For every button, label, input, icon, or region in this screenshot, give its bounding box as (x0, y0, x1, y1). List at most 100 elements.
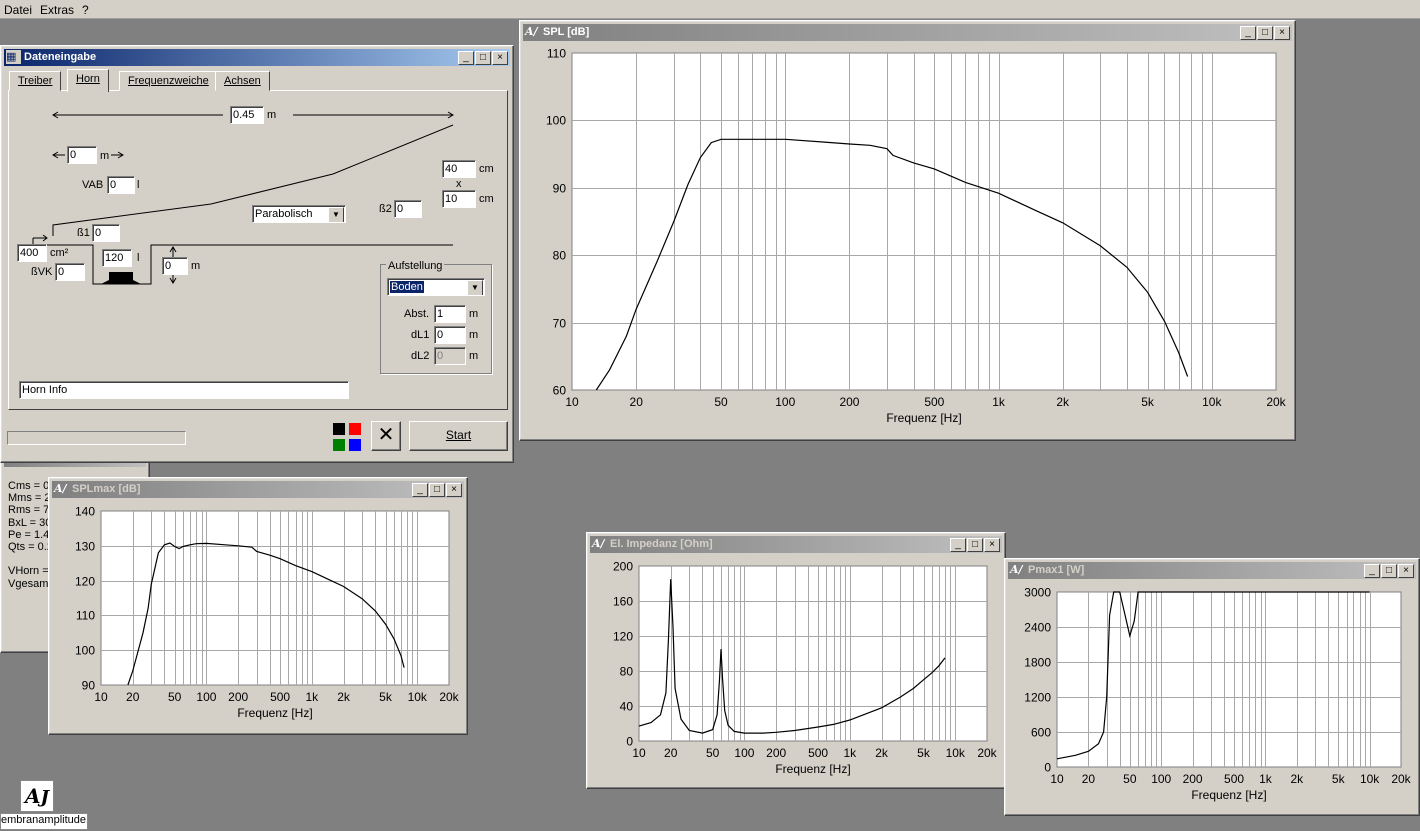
x-tick-label: 500 (924, 395, 944, 409)
dropdown-arrow-icon[interactable]: ▼ (328, 207, 344, 222)
vab-field[interactable]: 0 (107, 176, 135, 194)
mouth-height-unit: cm (479, 193, 494, 205)
tab-horn[interactable]: Horn (67, 69, 109, 92)
parameter-list: Cms = 0. Mms = 2 Rms = 7. BxL = 30 Pe = 1.4 Q… (8, 480, 53, 590)
x-tick-label: 10 (632, 746, 646, 760)
aj-desktop-icon[interactable]: AJ (20, 780, 54, 812)
y-tick-label: 140 (75, 505, 95, 519)
minimize-button[interactable]: _ (412, 483, 428, 497)
y-tick-label: 40 (620, 700, 634, 714)
throat-field[interactable]: 400 (17, 244, 47, 262)
close-button[interactable]: × (446, 483, 462, 497)
x-axis-label: Frequenz [Hz] (1191, 788, 1266, 802)
pmax-window[interactable]: A/Pmax1 [W] _ □ × 0 600 1200 1800 2400 3000 10… (1004, 558, 1420, 816)
x-tick-label: 1k (843, 746, 857, 760)
y-tick-label: 90 (82, 679, 96, 693)
x-tick-label: 2k (875, 746, 889, 760)
color-green-swatch[interactable] (333, 439, 345, 451)
bvk-label: ßVK (31, 266, 53, 278)
x-tick-label: 500 (808, 746, 828, 760)
volume-field[interactable]: 120 (102, 249, 132, 267)
x-tick-label: 50 (706, 746, 720, 760)
minimize-button[interactable]: _ (1240, 26, 1256, 40)
spl-window[interactable]: A/SPL [dB] _ □ × 60 70 80 90 100 110 10 20 50 100… (519, 20, 1296, 441)
plot-area (100, 510, 450, 686)
splmax-title: SPLmax [dB] (72, 483, 141, 495)
x-tick-label: 20k (1266, 395, 1286, 409)
placement-select[interactable]: Boden ▼ (387, 278, 485, 296)
impedanz-chart: 0408012016020010 20 50 100 200 500 1k 2k 5k 10k 20… (613, 560, 998, 777)
y-tick-label: 60 (553, 384, 567, 398)
y-tick-label: 70 (553, 317, 567, 331)
dl2-label: dL2 (411, 350, 430, 362)
maximize-button[interactable]: □ (967, 538, 983, 552)
parameter-line: Mms = 2 (8, 492, 51, 505)
close-button[interactable]: × (1398, 564, 1414, 578)
impedanz-title: El. Impedanz [Ohm] (610, 538, 713, 550)
offset-unit: m (100, 150, 110, 162)
x-tick-label: 10k (408, 690, 428, 704)
color-black-swatch[interactable] (333, 423, 345, 435)
color-blue-swatch[interactable] (349, 439, 361, 451)
x-tick-label: 10k (1360, 772, 1380, 786)
x-tick-label: 20k (439, 690, 459, 704)
mouth-height-field[interactable]: 10 (442, 190, 476, 208)
y-tick-label: 110 (76, 609, 95, 623)
dl1-field[interactable]: 0 (434, 326, 466, 344)
x-axis-label: Frequenz [Hz] (775, 762, 850, 776)
minimize-button[interactable]: _ (950, 538, 966, 552)
depth-unit: m (191, 260, 201, 272)
bvk-field[interactable]: 0 (55, 263, 85, 281)
horn-length-field[interactable]: 0.45 (230, 106, 264, 124)
maximize-button[interactable]: □ (429, 483, 445, 497)
y-tick-label: 1200 (1024, 691, 1051, 705)
menu-extras[interactable]: Extras (40, 3, 74, 17)
minimize-button[interactable]: _ (1364, 564, 1380, 578)
clear-button[interactable]: ✕ (371, 421, 401, 451)
parameter-line: BxL = 30 (8, 516, 52, 529)
maximize-button[interactable]: □ (1381, 564, 1397, 578)
offset-field[interactable]: 0 (67, 146, 97, 164)
splmax-window[interactable]: A/SPLmax [dB] _ □ × 90 100 110 120 130 140 10 2… (48, 477, 468, 735)
pmax-chart: 0600120018002400300010 20 50 100 200 500 1k 2k 5… (1024, 586, 1411, 803)
close-button[interactable]: × (984, 538, 1000, 552)
dl2-unit: m (469, 350, 479, 362)
close-button[interactable]: × (1274, 26, 1290, 40)
splmax-chart: 90 100 110 120 130 140 10 20 50 100 200 500 1k 2k 5k 10… (75, 505, 460, 721)
x-tick-label: 5k (1141, 395, 1155, 409)
x-tick-label: 100 (775, 395, 795, 409)
parameter-line: Rms = 7. (8, 504, 53, 517)
abst-field[interactable]: 1 (434, 305, 466, 323)
plot-area (638, 565, 988, 742)
color-red-swatch[interactable] (349, 423, 361, 435)
x-tick-label: 2k (1056, 395, 1070, 409)
abst-unit: m (469, 308, 479, 320)
dropdown-arrow-icon[interactable]: ▼ (467, 280, 483, 295)
impedanz-window[interactable]: A/El. Impedanz [Ohm] _ □ × 0 40 80 120 160 20… (586, 532, 1006, 789)
plot-area (1056, 591, 1402, 768)
x-icon: ✕ (377, 424, 395, 446)
spl-chart: 60 70 80 90 100 110 10 20 50 100 200 500 1k 2k 5k 10k 20… (546, 47, 1287, 426)
x-tick-label: 5k (917, 746, 931, 760)
x-tick-label: 10 (565, 395, 579, 409)
horn-info-field[interactable]: Horn Info (19, 381, 349, 399)
x-tick-label: 200 (228, 690, 248, 704)
x-tick-label: 20 (664, 746, 678, 760)
dl2-field[interactable]: 0 (434, 347, 466, 365)
maximize-button[interactable]: □ (1257, 26, 1273, 40)
parameter-line: Qts = 0.2 (8, 541, 53, 554)
menu-help[interactable]: ? (82, 3, 89, 17)
y-tick-label: 100 (546, 114, 566, 128)
menu-datei[interactable]: Datei (4, 3, 32, 17)
mouth-width-field[interactable]: 40 (442, 160, 476, 178)
b2-field[interactable]: 0 (394, 200, 422, 218)
y-tick-label: 2400 (1024, 621, 1051, 635)
profile-select[interactable]: Parabolisch ▼ (252, 205, 346, 223)
x-tick-label: 10k (946, 746, 966, 760)
depth-field[interactable]: 0 (162, 257, 188, 275)
start-button[interactable]: Start (409, 421, 508, 451)
x-tick-label: 2k (337, 690, 351, 704)
x-tick-label: 50 (168, 690, 182, 704)
dateneingabe-window[interactable]: ▦ Dateneingabe _ □ × Treiber Horn Frequen… (0, 45, 514, 463)
b1-field[interactable]: 0 (92, 224, 120, 242)
